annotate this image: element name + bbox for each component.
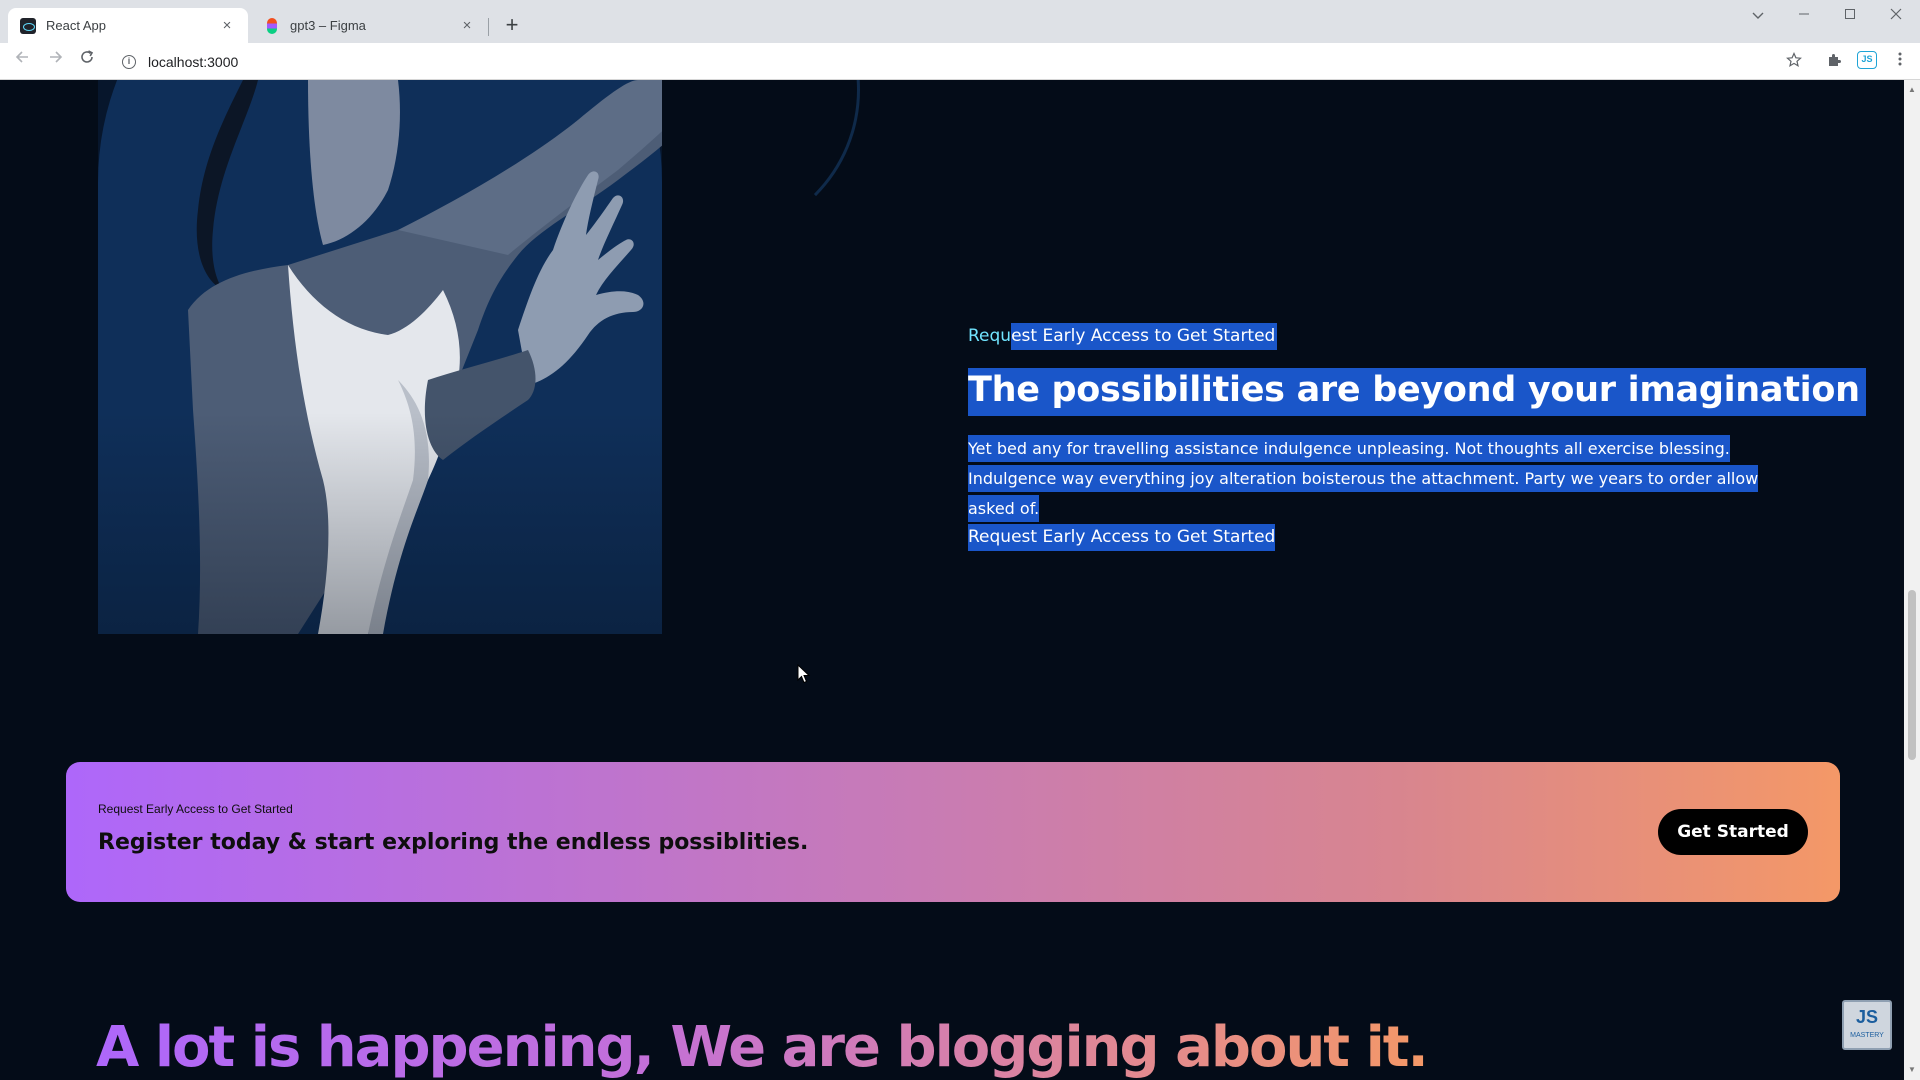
page-viewport: Request Early Access to Get Started The … [0,80,1904,1080]
forward-icon[interactable] [42,49,68,75]
possibility-eyebrow: Request Early Access to Get Started [968,323,1278,350]
close-window-icon[interactable] [1874,0,1918,32]
scroll-down-arrow-icon[interactable]: ▼ [1908,1066,1916,1074]
eyebrow-unselected-text: Requ [968,326,1012,346]
js-mastery-watermark-logo: JS MASTERY [1842,1000,1892,1050]
banner-eyebrow: Request Early Access to Get Started [98,802,293,816]
possibility-headline: The possibilities are beyond your imagin… [968,368,1866,416]
possibility-image [98,80,662,634]
browser-tab-strip: React App × gpt3 – Figma × + [0,0,1920,43]
blog-heading: A lot is happening, We are blogging abou… [96,1015,1429,1080]
tab-separator [488,18,489,36]
watermark-caption: MASTERY [1850,1032,1884,1039]
site-info-icon[interactable]: i [122,54,136,69]
get-started-button[interactable]: Get Started [1658,809,1808,855]
tab-figma[interactable]: gpt3 – Figma × [252,8,488,43]
banner-title: Register today & start exploring the end… [98,830,809,855]
extensions-puzzle-icon[interactable] [1824,52,1844,72]
address-bar[interactable]: i localhost:3000 [110,47,1790,76]
new-tab-button[interactable]: + [498,12,526,40]
image-shade [98,80,662,634]
react-icon [20,17,36,34]
url-text: localhost:3000 [148,53,239,70]
close-tab-icon[interactable]: × [218,17,236,34]
tab-search-icon[interactable] [1736,0,1780,32]
tab-react-app[interactable]: React App × [8,8,248,43]
close-tab-icon[interactable]: × [458,17,476,34]
tab-title: gpt3 – Figma [290,18,366,33]
possibility-paragraph: Yet bed any for travelling assistance in… [968,434,1798,524]
paragraph-text: Yet bed any for travelling assistance in… [968,435,1759,522]
minimize-icon[interactable] [1782,0,1826,32]
eyebrow-selected-text: est Early Access to Get Started [1011,323,1278,350]
maximize-icon[interactable] [1828,0,1872,32]
browser-menu-icon[interactable] [1890,52,1910,72]
address-toolbar: i localhost:3000 [0,43,1920,80]
bookmark-star-icon[interactable] [1784,52,1804,72]
back-icon[interactable] [10,49,36,75]
page-scrollbar[interactable]: ▲ ▼ [1904,80,1920,1080]
tab-title: React App [46,18,106,33]
cta-banner: Request Early Access to Get Started Regi… [66,762,1840,902]
headline-text: The possibilities are beyond your imagin… [968,368,1866,416]
watermark-logo-text: JS [1855,1007,1879,1027]
scroll-up-arrow-icon[interactable]: ▲ [1908,86,1916,94]
figma-icon [267,17,277,34]
scrollbar-thumb[interactable] [1908,590,1916,760]
request-access-link[interactable]: Request Early Access to Get Started [968,524,1276,551]
js-mastery-extension-icon[interactable]: JS [1857,51,1877,69]
reload-icon[interactable] [74,49,100,75]
